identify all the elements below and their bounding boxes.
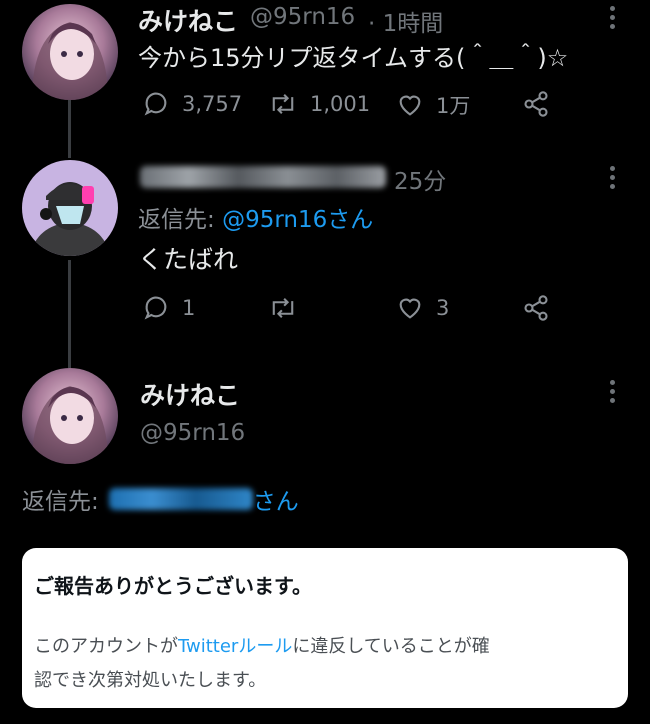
avatar[interactable]	[22, 4, 118, 100]
like-count: 3	[436, 296, 450, 320]
reply-button[interactable]: 3,757	[142, 90, 242, 118]
notice-body: このアカウントがTwitterルールに違反していることが確 認でき次第対処いたし…	[34, 630, 624, 698]
blurred-reply-user[interactable]	[108, 488, 253, 510]
avatar[interactable]	[22, 368, 118, 464]
retweet-count: 1,001	[310, 92, 371, 116]
like-button[interactable]: 3	[396, 294, 449, 322]
tweet-text: 今から15分リプ返タイムする(＾＿＾)☆	[138, 44, 569, 72]
like-count: 1万	[436, 94, 471, 118]
heart-icon	[399, 298, 421, 319]
share-button[interactable]	[522, 294, 550, 322]
tweet-time[interactable]: · 1時間	[368, 4, 443, 38]
reply-to-line: 返信先: @95rn16さん	[138, 200, 373, 234]
avatar[interactable]	[22, 160, 118, 256]
reply-to-suffix: さん	[252, 489, 299, 515]
reply-count: 3,757	[182, 92, 243, 116]
thread-connector-middle	[68, 260, 71, 368]
reply-icon	[144, 296, 167, 320]
thread-connector-top	[68, 100, 71, 158]
user-handle[interactable]: @95rn16	[140, 420, 245, 446]
share-icon	[524, 295, 548, 321]
retweet-icon	[272, 298, 294, 318]
retweet-icon	[272, 94, 294, 114]
user-handle[interactable]: @95rn16	[250, 4, 355, 30]
reply-to-line: 返信先: さん	[22, 482, 299, 516]
reply-to-label: 返信先:	[138, 207, 215, 233]
reply-count: 1	[182, 296, 196, 320]
notice-body-text-1: このアカウントが	[34, 636, 178, 657]
reply-to-user-link[interactable]: @95rn16さん	[222, 207, 373, 233]
display-name[interactable]: みけねこ	[138, 2, 238, 38]
reply-to-label: 返信先:	[22, 489, 99, 515]
reply-icon	[144, 92, 167, 116]
display-name[interactable]: みけねこ	[140, 376, 240, 412]
notice-title: ご報告ありがとうございます。	[34, 574, 312, 598]
notice-body-text-3: 認でき次第対処いたします。	[34, 670, 267, 691]
more-options-icon[interactable]	[610, 6, 616, 33]
heart-icon	[399, 95, 421, 116]
report-notice-card: ご報告ありがとうございます。 このアカウントがTwitterルールに違反している…	[22, 548, 628, 708]
like-button[interactable]: 1万	[396, 90, 470, 120]
tweet-text: くたばれ	[138, 245, 239, 274]
share-icon	[524, 91, 548, 117]
more-options-icon[interactable]	[610, 380, 616, 407]
more-options-icon[interactable]	[610, 166, 616, 193]
reply-button[interactable]: 1	[142, 294, 195, 322]
blurred-display-name	[140, 166, 386, 188]
twitter-rules-link[interactable]: Twitterルール	[178, 636, 292, 657]
tweet-time[interactable]: 25分	[394, 162, 446, 196]
retweet-button[interactable]: 1,001	[268, 90, 370, 118]
share-button[interactable]	[522, 90, 550, 118]
retweet-button[interactable]	[268, 294, 298, 322]
notice-body-text-2: に違反していることが確	[292, 636, 490, 657]
